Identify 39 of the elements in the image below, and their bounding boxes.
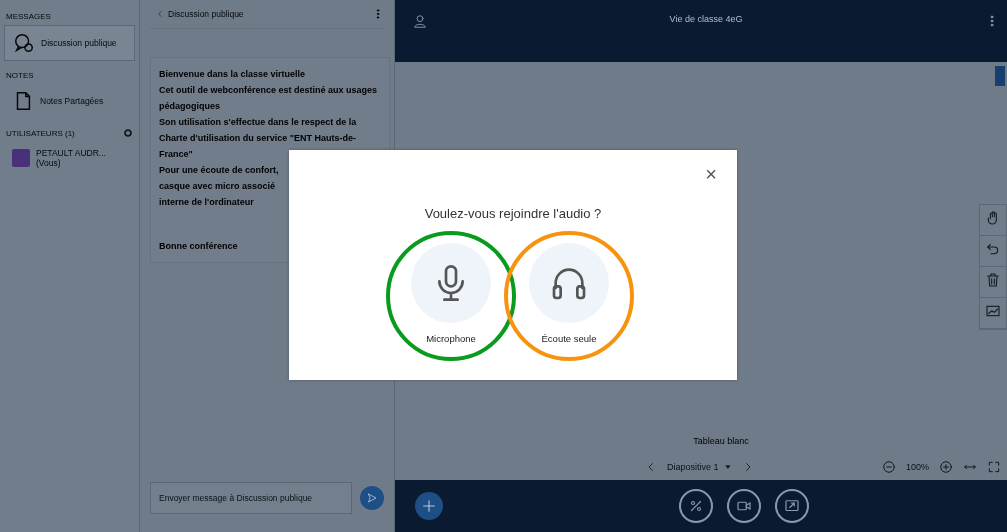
send-button[interactable] <box>360 486 384 510</box>
dialog-title: Voulez-vous rejoindre l'audio ? <box>424 206 602 221</box>
whiteboard-label: Tableau blanc <box>693 436 749 446</box>
message-text: interne de l'ordinateur <box>159 196 255 209</box>
message-text: Cet outil de webconférence est destiné aux usages pédagogiques <box>159 84 379 113</box>
close-button[interactable]: × <box>705 164 717 184</box>
zoom-in-icon[interactable] <box>939 460 953 474</box>
meeting-title: Vie de classe 4eG <box>668 14 744 24</box>
screen-share-button[interactable] <box>775 489 809 523</box>
message-text: Pour une écoute de confort, <box>159 164 280 177</box>
chart-icon <box>985 303 1001 319</box>
message-text: Bienvenue dans la classe virtuelle <box>159 68 307 81</box>
trash-icon <box>985 272 1001 288</box>
message-input[interactable]: Envoyer message à Discussion publique <box>150 482 352 514</box>
back-link[interactable]: Discussion publique <box>150 9 244 19</box>
chevron-left-icon <box>156 10 164 18</box>
caret-icon <box>723 463 732 471</box>
send-icon <box>366 492 378 504</box>
message-text: Bonne conférence <box>159 240 239 253</box>
chat-icon <box>13 32 35 54</box>
undo-icon <box>985 241 1001 257</box>
add-button[interactable] <box>415 492 443 520</box>
zoom-level: 100% <box>905 462 929 472</box>
message-text: Son utilisation s'effectue dans le respect de la Charte d'utilisation du service "ENT Hauts-de-France" <box>159 116 358 161</box>
message-text: casque avec micro associé <box>159 180 277 193</box>
avatar <box>12 149 30 167</box>
sidebar-item[interactable]: Discussion publique <box>4 25 135 61</box>
sidebar-item[interactable]: Notes Partagées <box>4 84 135 118</box>
section-heading: NOTES <box>6 71 34 80</box>
fullscreen-icon[interactable] <box>987 460 1001 474</box>
camera-button[interactable] <box>727 489 761 523</box>
section-heading: MESSAGES <box>6 12 51 21</box>
zoom-out-icon[interactable] <box>881 460 896 474</box>
slide-selector[interactable]: Diapositive 1 <box>667 462 732 472</box>
user-item[interactable]: PETAULT AUDR... (Vous) <box>4 142 135 174</box>
plus-icon <box>421 498 437 514</box>
audio-toggle-button[interactable] <box>679 489 713 523</box>
section-heading: UTILISATEURS (1) <box>6 128 75 138</box>
user-icon[interactable] <box>413 14 427 28</box>
